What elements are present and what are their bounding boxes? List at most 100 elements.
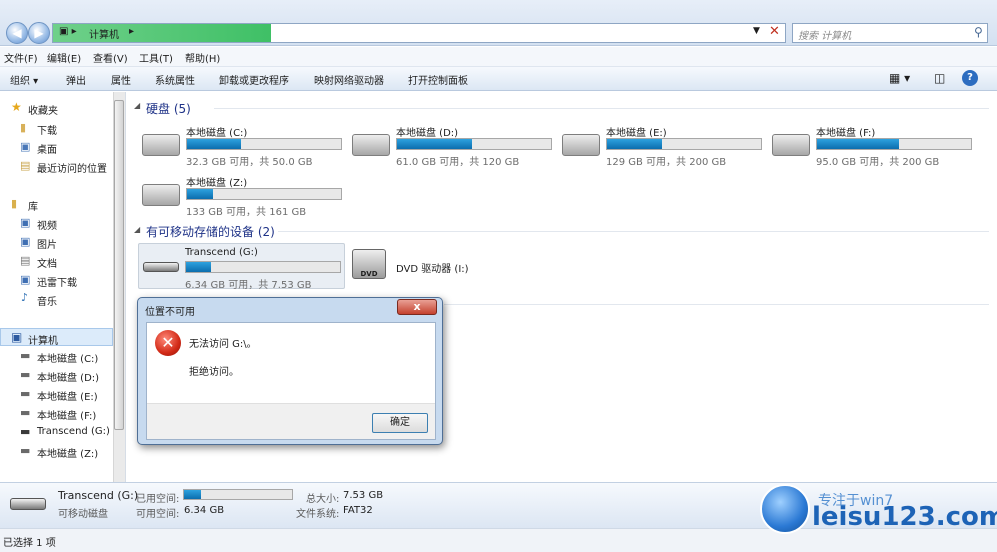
error-dialog: 位置不可用 x ✕ 无法访问 G:\。 拒绝访问。 确定 bbox=[137, 297, 443, 445]
chevron-down-icon[interactable]: ▼ bbox=[753, 26, 760, 36]
libraries-header[interactable]: 库 bbox=[28, 198, 38, 213]
address-progress bbox=[53, 24, 271, 42]
forward-button[interactable]: ▶ bbox=[28, 22, 50, 44]
back-button[interactable]: ◀ bbox=[6, 22, 28, 44]
drive-icon: ▬ bbox=[20, 368, 31, 381]
downloads-icon: ▮ bbox=[20, 121, 27, 134]
divider bbox=[278, 231, 989, 232]
drive-icon bbox=[562, 134, 600, 156]
sidebar-item-drive-g[interactable]: Transcend (G:) bbox=[37, 426, 110, 437]
sidebar-item-pictures[interactable]: 图片 bbox=[37, 236, 57, 251]
divider bbox=[444, 304, 989, 305]
collapse-icon[interactable]: ◢ bbox=[134, 225, 140, 234]
usage-bar bbox=[606, 138, 762, 150]
command-bar: 组织 ▾ 弹出 属性 系统属性 卸载或更改程序 映射网络驱动器 打开控制面板 ▦… bbox=[0, 67, 997, 91]
drive-name: 本地磁盘 (F:) bbox=[816, 128, 876, 139]
star-icon: ★ bbox=[11, 100, 22, 114]
view-options-icon[interactable]: ▦ ▾ bbox=[889, 71, 910, 85]
drive-tile-c[interactable]: 本地磁盘 (C:) 32.3 GB 可用，共 50.0 GB bbox=[140, 122, 342, 168]
map-drive-button[interactable]: 映射网络驱动器 bbox=[314, 72, 384, 87]
drive-size: 129 GB 可用，共 200 GB bbox=[606, 157, 727, 168]
drive-icon bbox=[772, 134, 810, 156]
usage-bar bbox=[396, 138, 552, 150]
drive-icon bbox=[352, 134, 390, 156]
menu-view[interactable]: 查看(V) bbox=[93, 50, 128, 65]
drive-size: 61.0 GB 可用，共 120 GB bbox=[396, 157, 520, 168]
usage-fill bbox=[186, 262, 211, 272]
sidebar-scroll-thumb[interactable] bbox=[114, 100, 124, 430]
dialog-message: 无法访问 G:\。 bbox=[189, 339, 257, 350]
sidebar-item-thunder[interactable]: 迅雷下载 bbox=[37, 274, 77, 289]
sidebar-item-downloads[interactable]: 下载 bbox=[37, 122, 57, 137]
help-icon[interactable]: ? bbox=[962, 70, 978, 86]
dialog-button-row: 确定 bbox=[147, 403, 435, 439]
drive-tile-dvd[interactable]: DVD DVD 驱动器 (I:) bbox=[352, 245, 502, 285]
recent-places-icon: ▤ bbox=[20, 159, 31, 172]
drive-tile-z[interactable]: 本地磁盘 (Z:) 133 GB 可用，共 161 GB bbox=[140, 172, 342, 218]
drive-name: DVD 驱动器 (I:) bbox=[396, 264, 469, 275]
pictures-icon: ▣ bbox=[20, 235, 31, 248]
dialog-detail: 拒绝访问。 bbox=[189, 367, 239, 378]
computer-icon: ▣ ▸ bbox=[59, 26, 77, 37]
drive-size: 133 GB 可用，共 161 GB bbox=[186, 207, 307, 218]
menu-help[interactable]: 帮助(H) bbox=[185, 50, 220, 65]
drive-tile-e[interactable]: 本地磁盘 (E:) 129 GB 可用，共 200 GB bbox=[560, 122, 762, 168]
desktop-icon: ▣ bbox=[20, 140, 31, 153]
sidebar-item-videos[interactable]: 视频 bbox=[37, 217, 57, 232]
sidebar-item-drive-z[interactable]: 本地磁盘 (Z:) bbox=[37, 445, 98, 460]
search-icon[interactable]: ⚲ bbox=[974, 25, 983, 39]
close-icon[interactable]: x bbox=[397, 299, 437, 315]
library-icon: ▮ bbox=[11, 197, 18, 210]
free-value: 6.34 GB bbox=[184, 505, 225, 516]
sidebar-item-drive-c[interactable]: 本地磁盘 (C:) bbox=[37, 350, 98, 365]
drive-tile-g[interactable]: Transcend (G:) 6.34 GB 可用，共 7.53 GB bbox=[138, 243, 345, 291]
sidebar-item-drive-f[interactable]: 本地磁盘 (F:) bbox=[37, 407, 96, 422]
computer-header[interactable]: 计算机 bbox=[28, 332, 58, 347]
stop-icon[interactable]: ✕ bbox=[769, 24, 780, 39]
free-label: 可用空间: bbox=[136, 509, 180, 520]
navigation-pane: ★ 收藏夹 ▮ 下载 ▣ 桌面 ▤ 最近访问的位置 ▮ 库 ▣ 视频 ▣ 图片 … bbox=[0, 92, 126, 482]
uninstall-button[interactable]: 卸载或更改程序 bbox=[219, 72, 289, 87]
sidebar-item-drive-d[interactable]: 本地磁盘 (D:) bbox=[37, 369, 99, 384]
menu-tools[interactable]: 工具(T) bbox=[139, 50, 173, 65]
details-type: 可移动磁盘 bbox=[58, 509, 108, 520]
error-icon: ✕ bbox=[155, 330, 181, 356]
details-name: Transcend (G:) bbox=[58, 489, 139, 502]
properties-button[interactable]: 属性 bbox=[111, 72, 131, 87]
drive-tile-f[interactable]: 本地磁盘 (F:) 95.0 GB 可用，共 200 GB bbox=[770, 122, 975, 168]
removable-group-header[interactable]: 有可移动存储的设备 (2) bbox=[146, 223, 275, 240]
menu-file[interactable]: 文件(F) bbox=[4, 50, 38, 65]
sidebar-item-drive-e[interactable]: 本地磁盘 (E:) bbox=[37, 388, 98, 403]
filesystem-value: FAT32 bbox=[343, 505, 373, 516]
usage-bar bbox=[185, 261, 341, 273]
collapse-icon[interactable]: ◢ bbox=[134, 101, 140, 110]
sidebar-item-music[interactable]: 音乐 bbox=[37, 293, 57, 308]
system-properties-button[interactable]: 系统属性 bbox=[155, 72, 195, 87]
address-field[interactable]: ▣ ▸ 计算机 ▸ ▼ ✕ bbox=[52, 23, 786, 43]
drive-icon bbox=[142, 184, 180, 206]
drive-tile-d[interactable]: 本地磁盘 (D:) 61.0 GB 可用，共 120 GB bbox=[350, 122, 552, 168]
usb-drive-icon: ▬ bbox=[20, 425, 31, 438]
organize-button[interactable]: 组织 ▾ bbox=[10, 72, 38, 87]
address-bar-area: ◀ ▶ ▣ ▸ 计算机 ▸ ▼ ✕ 搜索 计算机 ⚲ bbox=[0, 0, 997, 46]
thunder-download-icon: ▣ bbox=[20, 273, 31, 286]
usage-fill bbox=[187, 139, 241, 149]
ok-button[interactable]: 确定 bbox=[372, 413, 428, 433]
drive-icon: ▬ bbox=[20, 387, 31, 400]
menu-edit[interactable]: 编辑(E) bbox=[47, 50, 81, 65]
sidebar-item-documents[interactable]: 文档 bbox=[37, 255, 57, 270]
preview-pane-icon[interactable]: ◫ bbox=[934, 71, 945, 85]
windows-logo-icon bbox=[760, 484, 810, 534]
eject-button[interactable]: 弹出 bbox=[66, 72, 86, 87]
sidebar-item-recent[interactable]: 最近访问的位置 bbox=[37, 160, 107, 175]
sidebar-item-desktop[interactable]: 桌面 bbox=[37, 141, 57, 156]
hdd-group-header[interactable]: 硬盘 (5) bbox=[146, 100, 191, 117]
favorites-header[interactable]: 收藏夹 bbox=[28, 102, 58, 117]
dialog-body: ✕ 无法访问 G:\。 拒绝访问。 确定 bbox=[146, 322, 436, 440]
search-input[interactable]: 搜索 计算机 bbox=[792, 23, 988, 43]
control-panel-button[interactable]: 打开控制面板 bbox=[408, 72, 468, 87]
address-path: 计算机 bbox=[89, 30, 119, 41]
drive-name: Transcend (G:) bbox=[185, 247, 258, 258]
chevron-right-icon[interactable]: ▸ bbox=[129, 26, 134, 37]
window-controls[interactable] bbox=[940, 0, 997, 10]
